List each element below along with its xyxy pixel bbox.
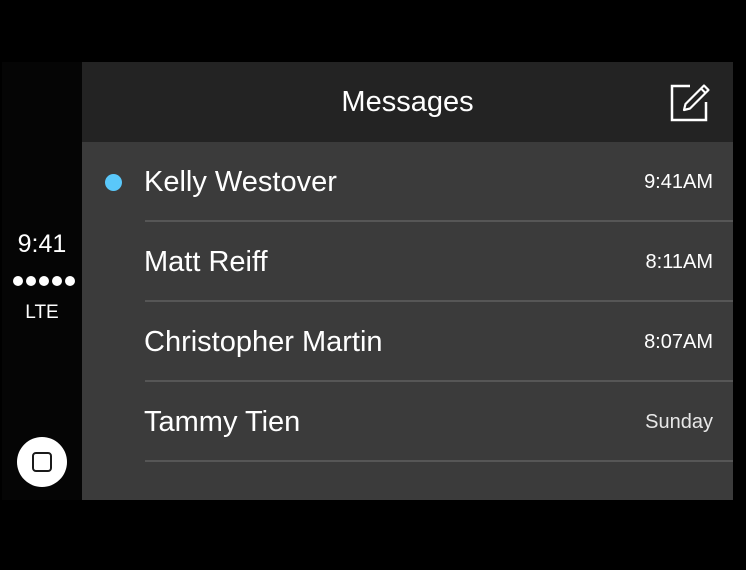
message-time: 8:11AM <box>645 251 713 273</box>
message-time: 9:41AM <box>644 171 713 193</box>
signal-dot <box>13 276 23 286</box>
page-title: Messages <box>341 86 474 118</box>
unread-dot-icon <box>105 174 122 191</box>
conversation-list: Kelly Westover 9:41AM Matt Reiff 8:11AM … <box>82 142 733 500</box>
message-time: 8:07AM <box>644 331 713 353</box>
message-time: Sunday <box>645 411 713 433</box>
carplay-screen: 9:41 LTE Messages Kelly Westover 9:41AM <box>2 62 733 500</box>
contact-name: Christopher Martin <box>144 326 383 358</box>
status-sidebar: 9:41 LTE <box>2 62 82 500</box>
conversation-row[interactable]: Tammy Tien Sunday <box>82 382 733 462</box>
signal-dot <box>52 276 62 286</box>
home-square-icon <box>32 452 52 472</box>
signal-dot <box>39 276 49 286</box>
contact-name: Tammy Tien <box>144 406 301 438</box>
status-time: 9:41 <box>17 230 67 258</box>
network-type: LTE <box>25 302 59 323</box>
row-divider <box>145 460 733 462</box>
signal-dot <box>26 276 36 286</box>
signal-dot <box>65 276 75 286</box>
contact-name: Kelly Westover <box>144 166 337 198</box>
conversation-row[interactable]: Christopher Martin 8:07AM <box>82 302 733 382</box>
home-button[interactable] <box>17 437 67 487</box>
conversation-row[interactable]: Matt Reiff 8:11AM <box>82 222 733 302</box>
contact-name: Matt Reiff <box>144 246 268 278</box>
compose-button[interactable] <box>664 76 712 124</box>
signal-strength-icon <box>13 276 75 286</box>
compose-icon <box>670 84 710 122</box>
header-bar: Messages <box>82 62 733 142</box>
conversation-row[interactable]: Kelly Westover 9:41AM <box>82 142 733 222</box>
